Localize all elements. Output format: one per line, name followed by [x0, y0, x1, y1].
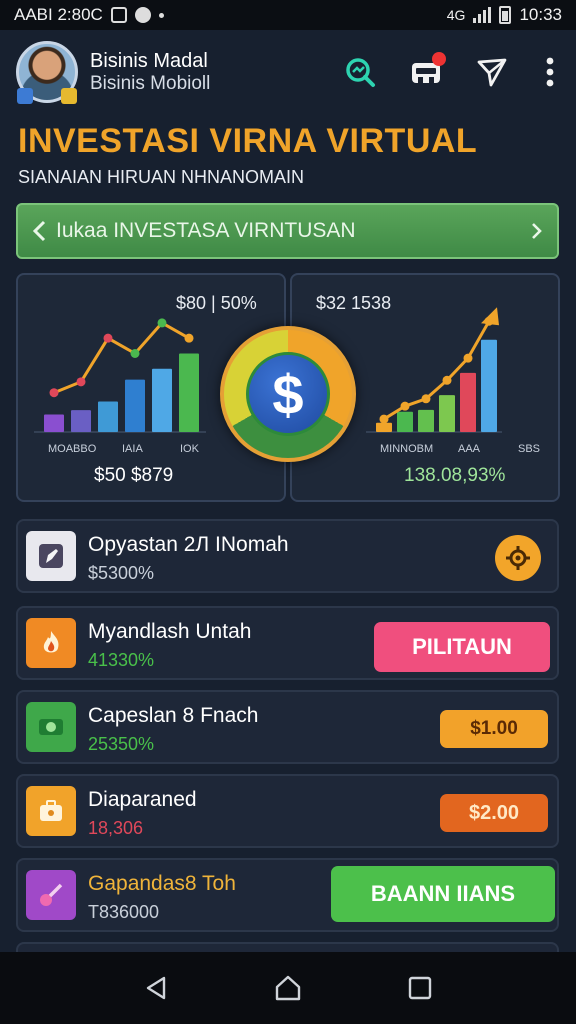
battery-icon: [499, 6, 512, 24]
page-title: INVESTASI VIRNA VIRTUAL: [18, 122, 478, 160]
shop-button[interactable]: [408, 52, 446, 90]
notification-badge: [432, 52, 446, 66]
list-item[interactable]: Gapandas8 Toh T836000 BAANN IIANS: [16, 858, 559, 932]
notification-icon: [110, 7, 127, 23]
status-left-text: AABI 2:80C: [14, 5, 103, 24]
chart-tick-label: AAA: [458, 443, 481, 455]
briefcase-icon: [26, 786, 76, 836]
gear-icon: [506, 546, 530, 570]
list-item[interactable]: Diaparaned 18,306 $2.00: [16, 774, 559, 848]
chart-tick-label: IOK: [180, 443, 200, 455]
app-header: Bisinis Madal Bisinis Mobioll: [0, 30, 576, 114]
list-item[interactable]: Myandlash Untah 41330% PILITAUN: [16, 606, 559, 680]
chart-bar: [460, 372, 476, 432]
chart-point: [130, 348, 140, 358]
chart-tick-label: SBS: [518, 443, 540, 455]
search-button[interactable]: [342, 54, 378, 90]
chart-tick-label: MINNOBM: [380, 443, 433, 455]
money-icon: [26, 702, 76, 752]
investment-banner[interactable]: Iukaa INVESTASA VIRNTUSAN: [16, 203, 559, 259]
chart-bar: [179, 353, 199, 432]
pen-tool-icon: [26, 531, 76, 581]
item-action-button[interactable]: $1.00: [440, 710, 548, 748]
chart-tick-label: IAIA: [122, 443, 143, 455]
badge-icon: [17, 88, 33, 104]
chart-bar: [397, 411, 413, 432]
banner-text: Iukaa INVESTASA VIRNTUSAN: [56, 219, 356, 242]
recents-square-icon: [408, 976, 432, 1000]
lock-icon: [61, 88, 77, 104]
chart-point: [103, 333, 113, 343]
item-value: $5300%: [88, 563, 155, 583]
trend-arrow-icon: [481, 307, 499, 326]
profile-name: Bisinis Madal: [90, 49, 208, 72]
profile-info: Bisinis Madal Bisinis Mobioll: [90, 49, 210, 96]
list-item[interactable]: Opyastan 2Л INomah $5300%: [16, 519, 559, 593]
chart-point: [421, 394, 431, 404]
chart-point: [49, 388, 59, 398]
chart-bar: [44, 414, 64, 432]
chart-point: [184, 333, 194, 343]
avatar[interactable]: [16, 41, 78, 104]
navigation-bar: [0, 952, 576, 1024]
home-button[interactable]: [268, 968, 308, 1008]
status-bar: AABI 2:80C 4G 10:33: [0, 0, 576, 30]
chart-point: [379, 414, 389, 424]
back-triangle-icon: [146, 976, 166, 1000]
chart-bar: [376, 422, 392, 432]
chart-point: [463, 353, 473, 363]
send-icon: [477, 58, 507, 87]
chart-bar: [418, 409, 434, 432]
more-vertical-icon: [546, 57, 554, 87]
network-icon: 4G: [446, 7, 466, 23]
fire-icon: [26, 618, 76, 668]
chart-bar: [125, 379, 145, 432]
item-action-button[interactable]: BAANN IIANS: [331, 866, 555, 922]
signal-icon: [473, 7, 492, 23]
profile-subtitle: Bisinis Mobioll: [90, 72, 211, 94]
clock: 10:33: [519, 5, 562, 24]
chart-bar: [152, 368, 172, 432]
home-icon: [275, 975, 301, 1001]
chart-left-foot-text: $50 $879: [94, 465, 174, 486]
item-action-button[interactable]: PILITAUN: [374, 622, 550, 672]
chart-point: [400, 401, 410, 411]
chart-right-foot: 138.08,93%: [404, 465, 506, 486]
item-title: Gapandas8 Toh: [88, 872, 236, 895]
item-title: Diaparaned: [88, 788, 197, 811]
key-icon: [26, 870, 76, 920]
list-item[interactable]: Capeslan 8 Fnach 25350% $1.00: [16, 690, 559, 764]
app-icon: [134, 7, 151, 23]
chevron-right-icon: [532, 223, 542, 239]
item-value: 25350%: [88, 734, 155, 754]
chart-point: [76, 377, 86, 387]
send-button[interactable]: [474, 54, 510, 90]
item-value: 41330%: [88, 650, 155, 670]
page-subtitle: SIANAIAN HIRUAN NHNANOMAIN: [18, 167, 305, 187]
settings-button[interactable]: [495, 535, 541, 581]
chart-bar: [439, 395, 455, 432]
chart-point: [442, 375, 452, 385]
chart-bar: [71, 410, 91, 432]
item-title: Opyastan 2Л INomah: [88, 533, 289, 556]
item-value: 18,306: [88, 818, 144, 838]
chart-bar: [98, 401, 118, 432]
coin-symbol: $: [246, 352, 330, 436]
item-title: Capeslan 8 Fnach: [88, 704, 259, 727]
item-title: Myandlash Untah: [88, 620, 252, 643]
recents-button[interactable]: [400, 968, 440, 1008]
chart-bar: [481, 339, 497, 432]
chart-left-foot: $50 $879: [94, 465, 173, 487]
dot-icon: [158, 12, 164, 18]
chevron-left-icon: [32, 220, 46, 242]
chart-point: [157, 318, 167, 328]
item-action-button[interactable]: $2.00: [440, 794, 548, 832]
more-button[interactable]: [540, 54, 560, 90]
dollar-coin-icon: $: [220, 326, 356, 462]
chart-tick-label: MOABBO: [48, 443, 97, 455]
search-icon: [346, 58, 375, 87]
back-button[interactable]: [136, 968, 176, 1008]
item-value: T836000: [88, 902, 160, 922]
